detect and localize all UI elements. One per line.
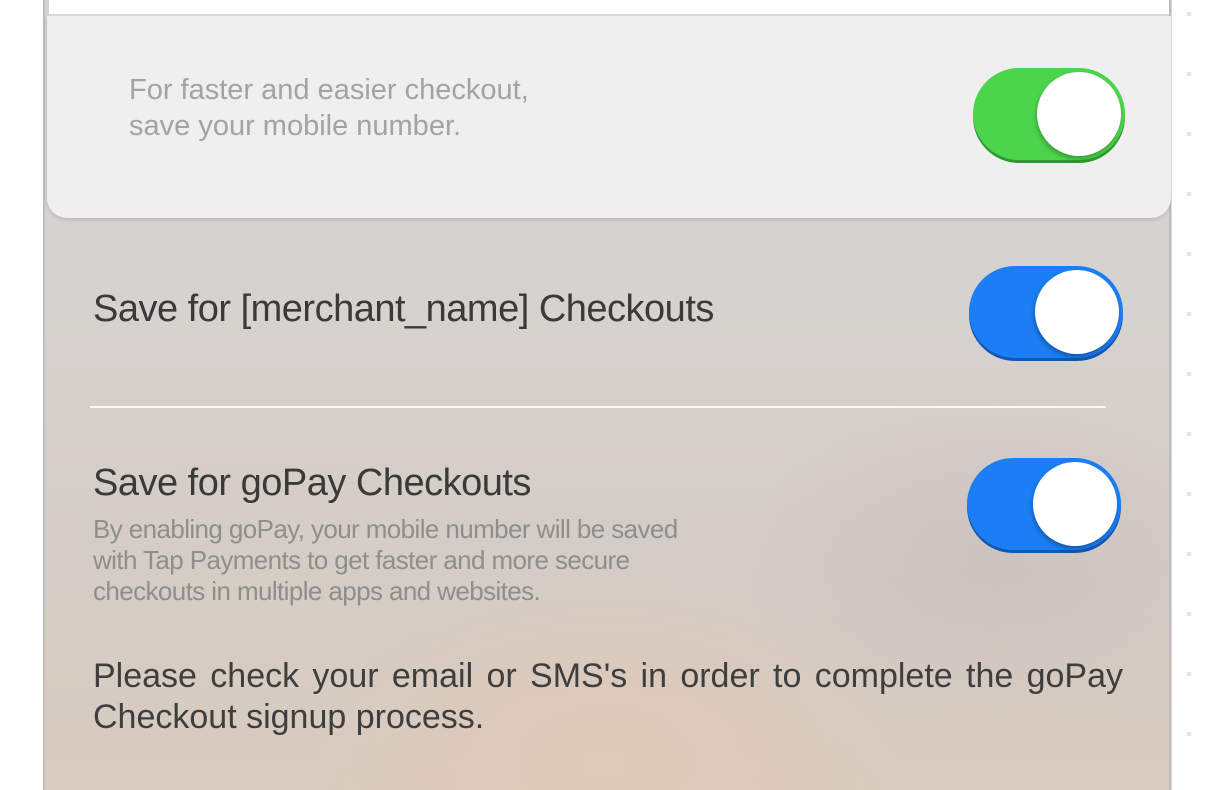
margin-dot (1187, 552, 1191, 556)
margin-dot (1187, 12, 1191, 16)
gopay-checkout-label: Save for goPay Checkouts (93, 462, 531, 504)
save-number-card: For faster and easier checkout, save you… (47, 16, 1171, 218)
margin-dot (1187, 192, 1191, 196)
margin-dot (1187, 732, 1191, 736)
margin-dot (1187, 372, 1191, 376)
divider (90, 406, 1106, 408)
checkout-panel: For faster and easier checkout, save you… (43, 0, 1171, 790)
margin-dot (1187, 252, 1191, 256)
gopay-description-line: with Tap Payments to get faster and more… (93, 545, 630, 575)
merchant-checkout-label: Save for [merchant_name] Checkouts (93, 288, 714, 330)
save-number-message-line: For faster and easier checkout, (129, 74, 529, 106)
toggle-knob (1035, 270, 1119, 354)
left-margin (0, 0, 43, 790)
gopay-checkout-toggle[interactable] (967, 458, 1121, 550)
margin-dot (1187, 492, 1191, 496)
right-margin (1171, 0, 1224, 790)
screen: For faster and easier checkout, save you… (0, 0, 1224, 790)
gopay-description-line: By enabling goPay, your mobile number wi… (93, 514, 678, 544)
margin-dot (1187, 132, 1191, 136)
margin-dot (1187, 312, 1191, 316)
save-number-message: For faster and easier checkout, save you… (129, 72, 829, 144)
margin-dot (1187, 612, 1191, 616)
save-number-toggle[interactable] (973, 68, 1125, 160)
merchant-checkout-toggle[interactable] (969, 266, 1123, 358)
gopay-description-line: checkouts in multiple apps and websites. (93, 576, 541, 606)
toggle-knob (1037, 72, 1121, 156)
margin-dot (1187, 72, 1191, 76)
gopay-description: By enabling goPay, your mobile number wi… (93, 514, 793, 607)
margin-dot (1187, 672, 1191, 676)
save-number-message-line: save your mobile number. (129, 110, 462, 142)
toggle-knob (1033, 462, 1117, 546)
mobile-number-field-edge[interactable] (49, 0, 1169, 16)
signup-notice: Please check your email or SMS's in orde… (93, 657, 1123, 736)
margin-dot (1187, 432, 1191, 436)
